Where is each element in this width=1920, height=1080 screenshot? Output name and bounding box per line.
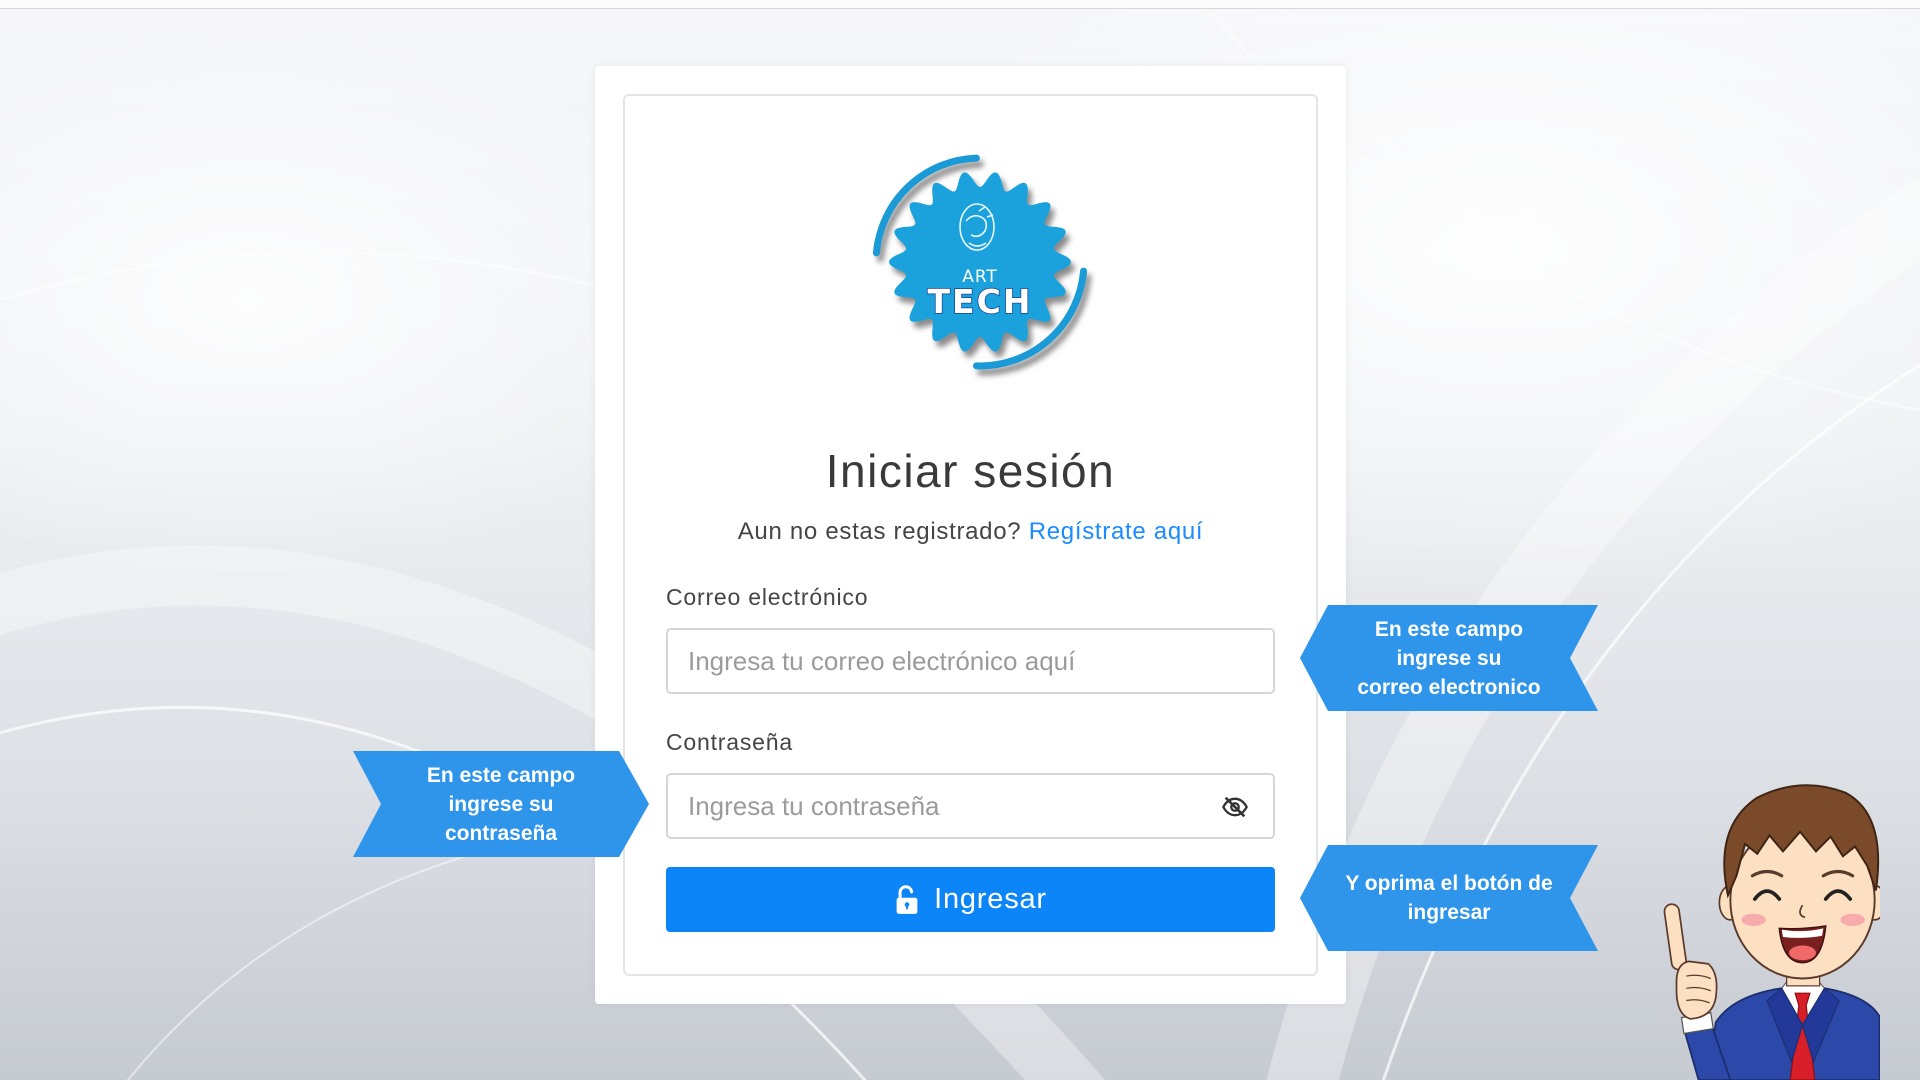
callout-password: En este campo ingrese su contraseña [353,751,649,857]
password-label: Contraseña [666,729,793,755]
email-label: Correo electrónico [666,584,869,610]
login-button-label: Ingresar [934,883,1047,915]
register-prompt: Aun no estas registrado? Regístrate aquí [625,517,1316,547]
password-field-wrapper [666,773,1275,839]
cartoon-character [1663,784,1880,1080]
login-card: ART TECH Iniciar sesión Aun no estas reg… [595,66,1346,1004]
callout-line: Y oprima el botón de [1345,872,1553,895]
login-button[interactable]: Ingresar [666,867,1275,932]
callout-line: ingresar [1407,901,1491,924]
callout-line: En este campo [1374,617,1524,641]
art-tech-logo: ART TECH [872,154,1088,370]
eye-off-icon[interactable] [1221,793,1249,821]
password-input[interactable] [668,775,1273,837]
email-input[interactable] [668,630,1273,692]
page-title: Iniciar sesión [825,445,1116,497]
register-link[interactable]: Regístrate aquí [1029,518,1204,545]
callout-submit: Y oprima el botón de ingresar [1300,845,1598,951]
callout-line: ingrese su [1396,646,1502,670]
lock-open-icon [896,884,918,914]
browser-top-bar [0,0,1920,9]
logo-line2: TECH [928,282,1033,321]
register-prompt-text: Aun no estas registrado? [737,518,1022,545]
callout-email: En este campo ingrese su correo electron… [1300,605,1598,711]
callout-line: ingrese su [448,792,554,816]
email-field-wrapper [666,628,1275,694]
login-panel: ART TECH Iniciar sesión Aun no estas reg… [623,94,1318,976]
callout-line: contraseña [444,821,558,845]
callout-line: correo electronico [1357,675,1541,699]
callout-line: En este campo [426,763,576,787]
